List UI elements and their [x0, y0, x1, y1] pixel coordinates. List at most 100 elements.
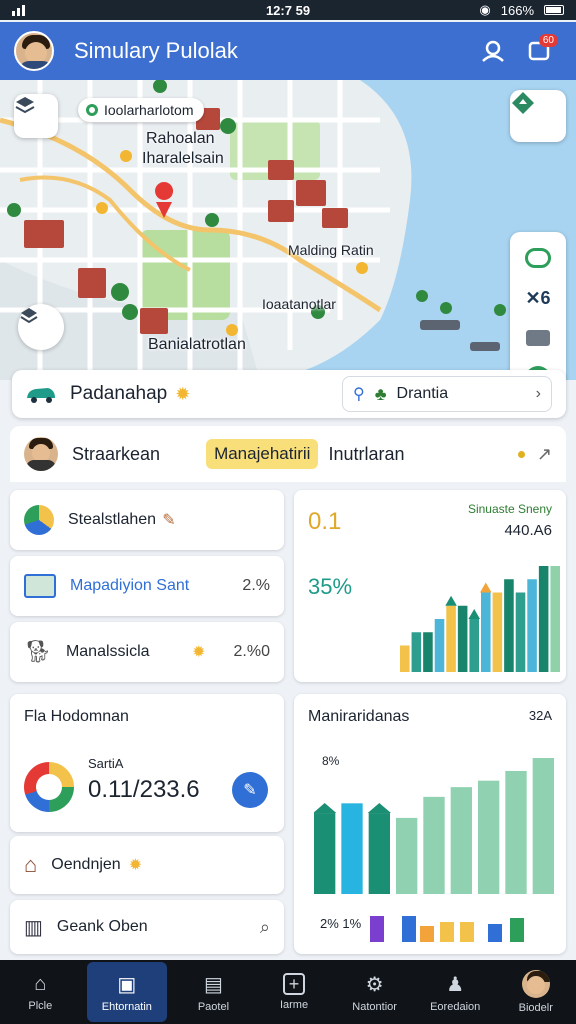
- stack-icon: [20, 308, 38, 324]
- map-canvas: [0, 80, 565, 380]
- avatar[interactable]: [14, 31, 54, 71]
- role-pill[interactable]: Manajehatirii: [206, 439, 319, 469]
- donut-icon: [24, 762, 74, 812]
- chart-bar: [504, 579, 514, 672]
- edit-icon[interactable]: ✎: [162, 510, 175, 530]
- wallet-icon[interactable]: [526, 329, 550, 346]
- list-item[interactable]: Mapadiyion Sant 2.%: [10, 556, 284, 616]
- place-pin-icon: [86, 104, 98, 116]
- chart-bar: [446, 605, 456, 672]
- app-bar: Simulary Pulolak 60: [0, 22, 576, 80]
- route-icon: ⚲: [353, 386, 365, 403]
- plus-icon: +: [283, 973, 306, 995]
- chart-bar-cap: [314, 803, 337, 814]
- row-label: Manalssicla: [65, 643, 150, 660]
- sun-icon: ✹: [128, 857, 143, 874]
- chart-bar: [368, 813, 390, 894]
- chart-bar: [492, 592, 503, 672]
- chevron-right-icon[interactable]: ›: [536, 385, 541, 403]
- chart-card[interactable]: Maniraridanas 32A 8% 2% 1%: [294, 694, 566, 954]
- profile-avatar[interactable]: [24, 437, 58, 471]
- nav-label: Iarme: [279, 999, 309, 1011]
- destination-field[interactable]: ⚲ ♣ Drantia ›: [342, 376, 552, 412]
- profile-name: Straarkean: [72, 443, 161, 464]
- search-icon[interactable]: ⌕: [260, 917, 270, 938]
- app-title: Simulary Pulolak: [74, 38, 238, 63]
- map-place-chip[interactable]: Ioolarharlotom: [78, 98, 204, 122]
- status-bar: 12:7 59 ◉ 166%: [0, 0, 576, 20]
- battery-icon: [544, 5, 564, 15]
- nav-label: Ehtornatin: [101, 1000, 152, 1013]
- nav-notifications[interactable]: ⚙ Natontior: [334, 960, 415, 1024]
- chart-bar: [515, 592, 526, 672]
- chat-icon[interactable]: [525, 248, 551, 269]
- chart-bar: [532, 758, 554, 894]
- row-label: Mapadiyion Sant: [70, 577, 190, 594]
- nav-label: Paotel: [197, 1000, 230, 1013]
- pie-icon: [24, 505, 54, 535]
- profile-bar[interactable]: Straarkean Manajehatirii Inutrlaran ↗: [10, 426, 566, 482]
- layers-button[interactable]: [14, 94, 58, 138]
- dashboard: Straarkean Manajehatirii Inutrlaran ↗ St…: [10, 426, 566, 956]
- chart-bar: [538, 566, 549, 672]
- place-chip-label: Ioolarharlotom: [104, 102, 194, 118]
- map-tools: ✕6: [510, 232, 566, 380]
- nav-label: Natontior: [352, 1000, 397, 1013]
- navigation-button[interactable]: [510, 90, 566, 142]
- destination-label: Drantia: [396, 385, 449, 402]
- user-button[interactable]: [470, 28, 516, 74]
- sun-icon: ✹: [175, 383, 191, 404]
- location-bar[interactable]: Padanahap ✹ ⚲ ♣ Drantia ›: [12, 370, 566, 418]
- layers-icon: [15, 97, 35, 114]
- list-item[interactable]: 🐕︎ Manalssicla ✹ 2.%0: [10, 622, 284, 682]
- share-icon[interactable]: ↗: [537, 444, 552, 465]
- nav-portal[interactable]: ▤ Paotel: [173, 960, 254, 1024]
- chart-bar-cap: [445, 595, 457, 606]
- wifi-icon: ◉: [479, 2, 491, 17]
- nav-add[interactable]: + Iarme: [254, 960, 335, 1024]
- nav-avatar: [521, 970, 550, 998]
- map-label: Rahoalan: [146, 130, 215, 147]
- building-icon: ▥: [24, 916, 43, 939]
- list-item[interactable]: Stealstlahen ✎: [10, 490, 284, 550]
- nav-label: Biodelr: [518, 1002, 553, 1014]
- chart-title: Maniraridanas: [308, 708, 410, 725]
- stats-percent: 35%: [308, 574, 353, 599]
- legend-value: 440.A6: [504, 522, 552, 539]
- chart-bar: [400, 645, 410, 672]
- document-icon: ▤: [203, 973, 223, 996]
- map-label: Iharalelsain: [142, 150, 224, 167]
- nav-home[interactable]: ⌂ Plcle: [0, 960, 81, 1024]
- list-item[interactable]: ⌂ Oendnjen ✹: [10, 836, 284, 894]
- chart-bar-cap: [367, 803, 391, 814]
- chart-bar: [469, 619, 479, 672]
- edit-button[interactable]: ✎: [232, 772, 268, 808]
- profile-tag: Inutrlaran: [328, 443, 405, 464]
- chart-bottom-label: 2% 1%: [320, 916, 362, 931]
- summary-card[interactable]: Fla Hodomnan SartiA 0.11/233.6 ✎: [10, 694, 284, 832]
- recenter-button[interactable]: [18, 304, 64, 350]
- person-icon: ♟: [446, 973, 465, 996]
- chart-bar: [457, 605, 468, 672]
- chart-bar: [423, 796, 445, 894]
- home-icon: ⌂: [34, 972, 47, 995]
- legend-label: Sinuaste Sneny: [467, 502, 552, 516]
- row-value: 2.%: [242, 577, 270, 594]
- nav-information[interactable]: ▣ Ehtornatin: [86, 962, 168, 1022]
- chart-bar: [411, 632, 422, 672]
- tools-icon[interactable]: ✕6: [525, 288, 550, 309]
- list-item-label: Oendnjen: [51, 856, 121, 873]
- nav-account[interactable]: Biodelr: [495, 960, 576, 1024]
- summary-value: 0.11/233.6: [88, 776, 200, 803]
- chart-corner-label: 32A: [528, 708, 552, 723]
- stats-value: 0.1: [308, 508, 342, 535]
- nav-profile[interactable]: ♟ Eoredaion: [415, 960, 496, 1024]
- tree-icon: ♣: [374, 383, 387, 404]
- list-item[interactable]: ▥ Geank Oben ⌕: [10, 900, 284, 954]
- stats-card[interactable]: 0.1 Sinuaste Sneny 440.A6 35%: [294, 490, 566, 682]
- notifications-button[interactable]: 60: [516, 28, 562, 74]
- chart-bar: [450, 787, 472, 894]
- chart-bar: [314, 813, 336, 894]
- list-item-label: Geank Oben: [56, 918, 148, 935]
- map-view[interactable]: Rahoalan Iharalelsain Malding Ratin Ioaa…: [0, 80, 576, 380]
